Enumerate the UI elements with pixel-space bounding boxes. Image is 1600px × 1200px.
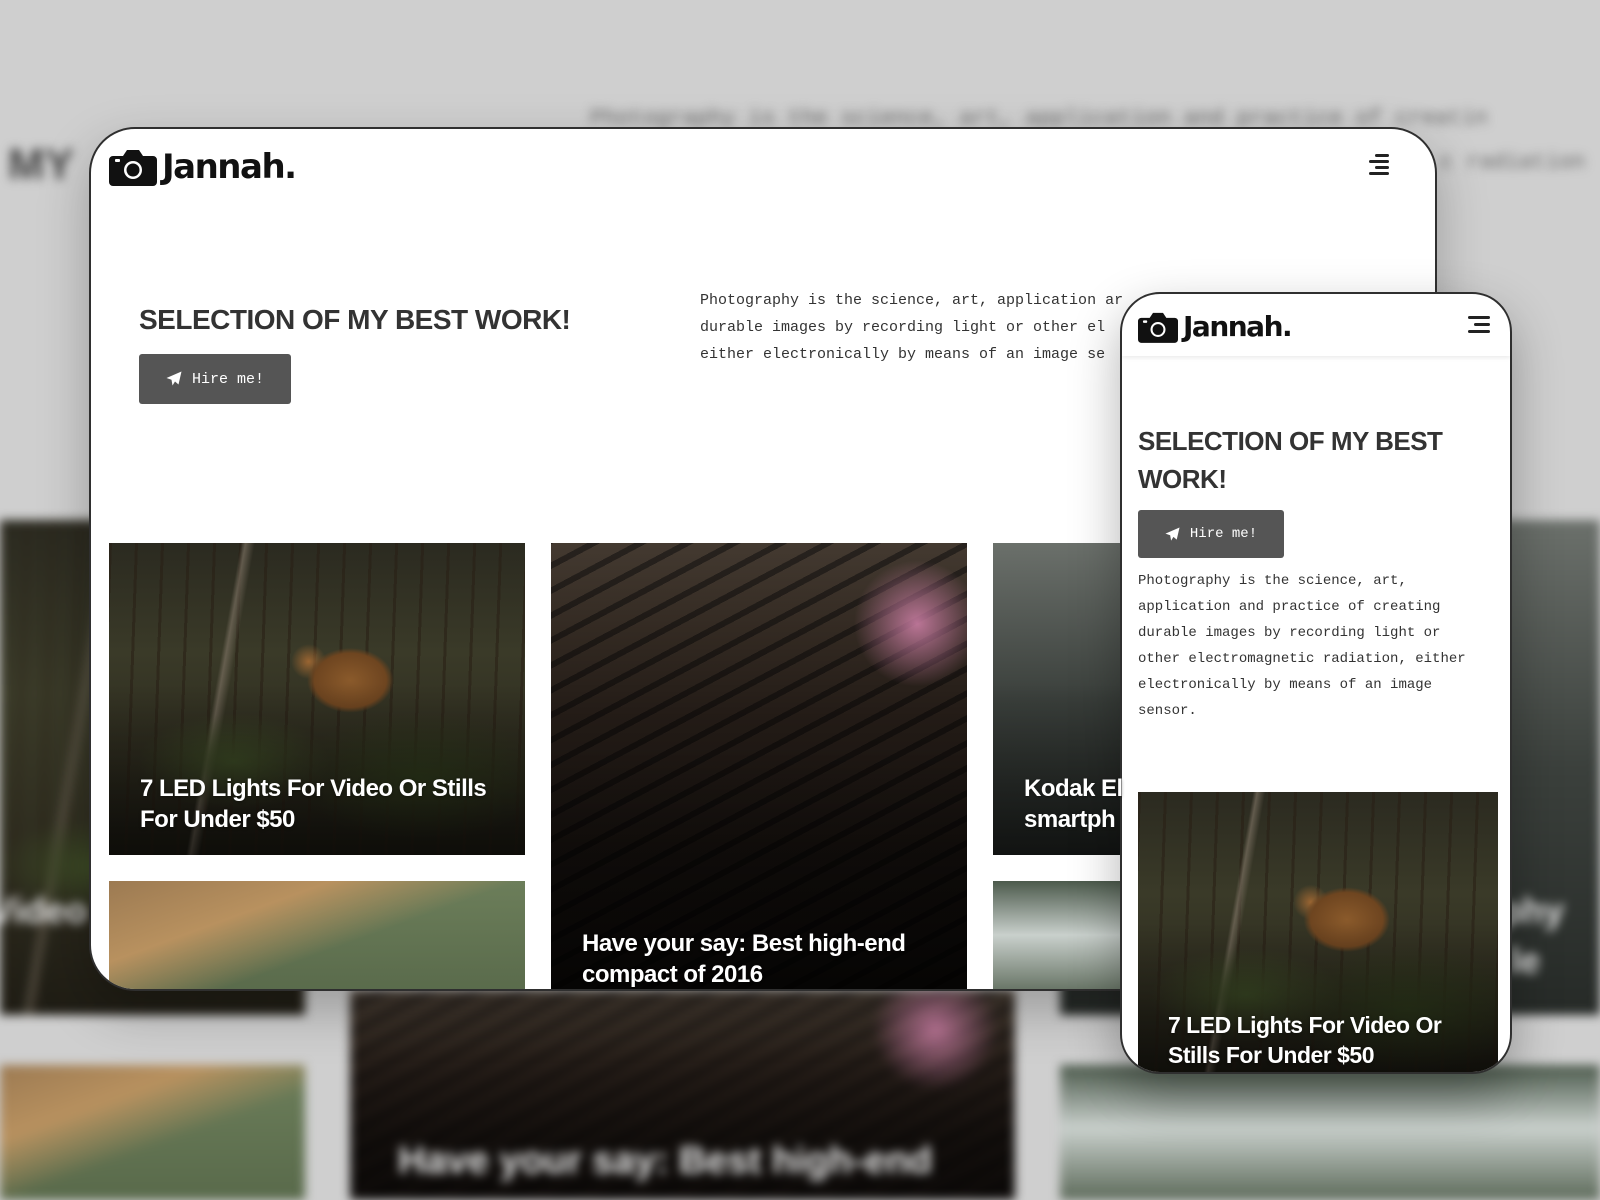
post-title[interactable]: Kodak El smartph <box>1024 773 1393 835</box>
hamburger-menu-icon[interactable] <box>1468 316 1490 333</box>
hero-description: Photography is the science, art, applica… <box>700 292 1124 363</box>
hire-me-button[interactable]: Hire me! <box>1138 510 1284 558</box>
page-title: SELECTION OF MY BEST WORK! <box>139 304 571 335</box>
post-title[interactable]: 7 LED Lights For Video Or Stills For Und… <box>140 773 505 835</box>
bg-tile <box>0 1065 305 1200</box>
post-card[interactable] <box>109 881 525 989</box>
bg-text-line: c radiation <box>1440 150 1586 175</box>
post-card[interactable]: Have your say: Best high-end compact of … <box>551 543 967 989</box>
bg-tile: Have your say: Best high-end <box>350 990 1015 1200</box>
camera-icon <box>109 150 157 186</box>
paper-plane-icon <box>1165 526 1180 541</box>
hamburger-menu-icon[interactable] <box>1369 154 1389 175</box>
hero-description: Photography is the science, art, applica… <box>1138 573 1466 719</box>
post-title[interactable]: Have your say: Best high-end compact of … <box>582 928 947 989</box>
site-logo[interactable]: Jannah. <box>109 147 297 187</box>
hire-me-label: Hire me! <box>1189 526 1258 542</box>
page-title: SELECTION OF MY BEST WORK! <box>1138 426 1443 494</box>
logo-wordmark: Jannah. <box>162 147 297 187</box>
post-card[interactable]: 7 LED Lights For Video Or Stills For Und… <box>109 543 525 855</box>
logo-wordmark: Jannah. <box>1183 310 1293 343</box>
post-title[interactable]: 7 LED Lights For Video Or Stills For Und… <box>1168 1010 1478 1070</box>
bg-heading: MY <box>8 140 74 189</box>
hire-me-button[interactable]: Hire me! <box>139 354 291 404</box>
site-logo[interactable]: Jannah. <box>1138 310 1293 343</box>
mobile-header: Jannah. <box>1122 294 1510 356</box>
hire-me-label: Hire me! <box>191 370 264 388</box>
camera-icon <box>1138 312 1178 343</box>
bg-tile <box>1060 1065 1600 1200</box>
mobile-mockup: Jannah. SELECTION OF MY BEST WORK! Hire … <box>1120 292 1512 1074</box>
paper-plane-icon <box>166 371 182 386</box>
